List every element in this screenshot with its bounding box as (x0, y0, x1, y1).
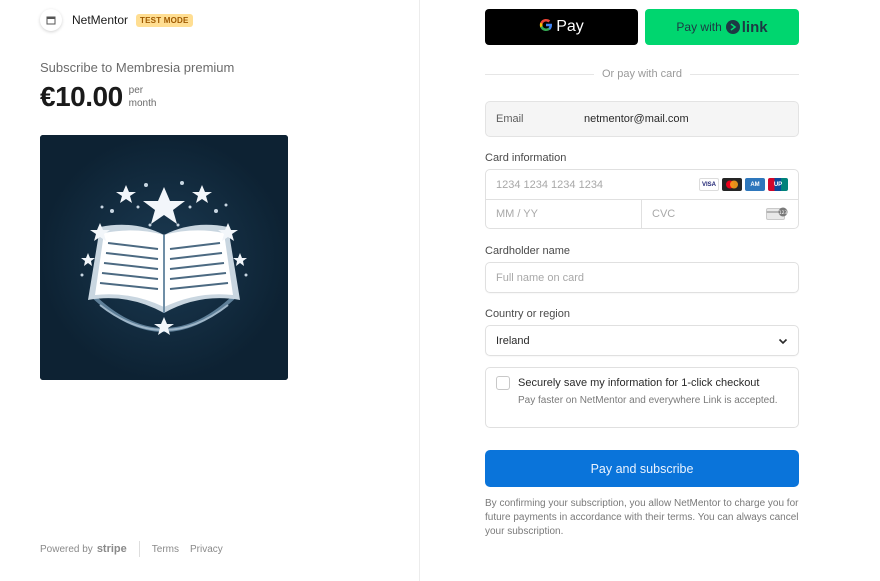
country-label: Country or region (485, 308, 570, 320)
billing-period: per month (128, 85, 157, 109)
store-icon (40, 9, 62, 31)
save-info-title: Securely save my information for 1-click… (518, 377, 760, 389)
price-amount: €10.00 (40, 81, 123, 112)
product-image (40, 135, 288, 380)
chevron-down-icon (778, 336, 788, 349)
card-info-label: Card information (485, 152, 567, 164)
card-number-placeholder: 1234 1234 1234 1234 (496, 178, 604, 191)
card-cvc-placeholder: CVC (652, 208, 676, 220)
link-logo: link (725, 18, 768, 36)
unionpay-icon: UP (768, 178, 788, 191)
order-summary-panel: NetMentor TEST MODE Subscribe to Membres… (0, 0, 420, 581)
link-arrow-icon (725, 20, 740, 34)
card-expiry-placeholder: MM / YY (496, 208, 538, 220)
card-expiry-input[interactable]: MM / YY (486, 200, 642, 228)
link-pay-button[interactable]: Pay with link (645, 9, 799, 45)
cardholder-label: Cardholder name (485, 245, 570, 257)
visa-icon: VISA (699, 178, 719, 191)
svg-text:123: 123 (779, 210, 788, 216)
mastercard-icon (722, 178, 742, 191)
cvc-card-icon: 123 (766, 207, 788, 224)
merchant-name: NetMentor (72, 13, 129, 27)
google-pay-button[interactable]: Pay (485, 9, 638, 45)
or-divider-text: Or pay with card (601, 68, 683, 80)
payment-form-panel: Pay Pay with link Or pay with card Email… (420, 0, 880, 581)
google-g-icon (539, 17, 553, 37)
email-value: netmentor@mail.com (584, 113, 689, 125)
or-line-right (690, 73, 799, 75)
country-select[interactable]: Ireland (485, 325, 799, 356)
google-pay-label: Pay (556, 18, 584, 35)
powered-by-label: Powered by (40, 543, 93, 555)
country-value: Ireland (496, 334, 530, 347)
stripe-logo[interactable]: stripe (97, 543, 127, 555)
privacy-link[interactable]: Privacy (190, 544, 223, 555)
merchant-header: NetMentor TEST MODE (40, 9, 193, 31)
card-info-group: 1234 1234 1234 1234 VISA AM UP MM / YY C… (485, 169, 799, 229)
footer: Powered by stripe Terms Privacy (40, 541, 234, 557)
amex-icon: AM (745, 178, 765, 191)
link-pay-prefix: Pay with (676, 20, 722, 34)
or-line-left (485, 73, 594, 75)
test-mode-badge: TEST MODE (136, 13, 193, 27)
footer-divider (138, 541, 140, 557)
terms-link[interactable]: Terms (152, 544, 179, 555)
save-info-description: Pay faster on NetMentor and everywhere L… (518, 395, 778, 406)
save-info-box: Securely save my information for 1-click… (485, 367, 799, 428)
cardholder-name-input[interactable]: Full name on card (485, 262, 799, 293)
card-cvc-input[interactable]: CVC 123 (642, 200, 798, 228)
card-number-input[interactable]: 1234 1234 1234 1234 VISA AM UP (486, 170, 798, 200)
price-row: €10.00 per month (40, 80, 169, 114)
link-word: link (741, 18, 768, 36)
subscription-terms-text: By confirming your subscription, you all… (485, 498, 799, 537)
or-divider: Or pay with card (485, 68, 799, 80)
subscription-title: Subscribe to Membresia premium (40, 60, 235, 75)
save-info-checkbox[interactable] (496, 376, 510, 390)
email-label: Email (496, 113, 524, 125)
pay-and-subscribe-button[interactable]: Pay and subscribe (485, 450, 799, 487)
email-field[interactable]: Email netmentor@mail.com (485, 101, 799, 137)
card-brands: VISA AM UP (699, 178, 788, 191)
cardholder-placeholder: Full name on card (496, 271, 585, 284)
book-stars-illustration (40, 135, 288, 380)
